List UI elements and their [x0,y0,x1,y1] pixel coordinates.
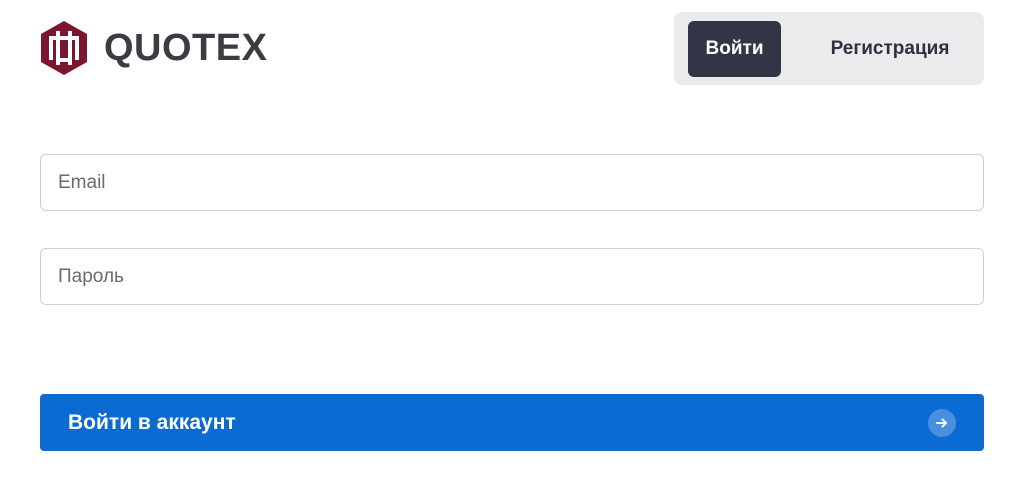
login-page: QUOTEX Войти Регистрация Войти в аккаунт [0,0,1024,481]
quotex-logo-icon [41,21,87,75]
email-field[interactable] [40,154,984,211]
tab-login[interactable]: Войти [688,21,781,77]
login-submit-label: Войти в аккаунт [68,410,236,434]
brand-logo[interactable]: QUOTEX [40,20,267,76]
login-submit-button[interactable]: Войти в аккаунт [40,394,984,451]
password-field[interactable] [40,248,984,305]
arrow-right-icon [928,408,956,437]
tab-register[interactable]: Регистрация [806,21,974,77]
auth-tabs: Войти Регистрация [674,12,984,85]
brand-name: QUOTEX [104,27,268,69]
